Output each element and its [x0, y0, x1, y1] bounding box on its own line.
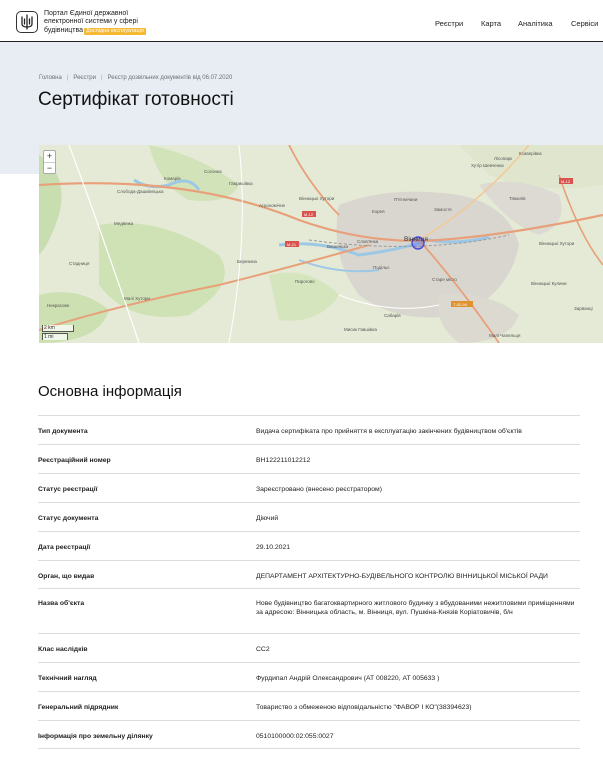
map-zoom-control: + −: [43, 150, 56, 174]
table-row: Дата реєстрації 29.10.2021: [38, 531, 580, 560]
row-label: Назва об'єкта: [38, 600, 85, 607]
nav-analytics[interactable]: Аналітика: [518, 19, 553, 28]
table-row: Генеральний підрядник Товариство з обмеж…: [38, 691, 580, 720]
site-header: Портал Єдиної державної електронної сист…: [0, 0, 603, 42]
row-label: Дата реєстрації: [38, 544, 91, 551]
breadcrumb-home[interactable]: Головна: [39, 75, 62, 81]
row-label: Технічний нагляд: [38, 675, 97, 682]
zoom-out-button[interactable]: −: [44, 162, 55, 173]
map-label: Сабарів: [384, 313, 401, 318]
map-label: Вінниця: [404, 235, 428, 243]
scale-mi: 1 mi: [42, 333, 68, 340]
map-label: Вишенька: [327, 244, 349, 249]
map-label: Тяжилів: [509, 196, 526, 201]
table-row: Орган, що видав ДЕПАРТАМЕНТ АРХІТЕКТУРНО…: [38, 560, 580, 588]
table-row: Назва об'єкта Нове будівництво багатоква…: [38, 588, 580, 633]
breadcrumb-registries[interactable]: Реєстри: [73, 75, 96, 81]
map-label: Зарванці: [574, 306, 593, 311]
map-label: Корея: [372, 209, 385, 214]
row-label: Орган, що видав: [38, 573, 95, 580]
road-label: М-21: [287, 242, 297, 247]
row-label: Тип документа: [38, 428, 88, 435]
map-label: Гавришівка: [229, 181, 253, 186]
map-label: Слобода-Дашківецька: [117, 189, 164, 194]
row-value: 29.10.2021: [256, 544, 291, 551]
table-row: Інформація про земельну ділянку 05101000…: [38, 720, 580, 749]
table-row: Клас наслідків СС2: [38, 633, 580, 662]
brand-line-3: будівництва: [44, 26, 84, 34]
map-label: Малі Хутори: [124, 296, 150, 301]
map-label: Мисик Гавшівка: [344, 327, 377, 332]
map-label: Сосонка: [204, 169, 222, 174]
map-label: Агрономічне: [259, 203, 286, 208]
row-label: Клас наслідків: [38, 646, 88, 653]
row-value: ДЕПАРТАМЕНТ АРХІТЕКТУРНО-БУДІВЕЛЬНОГО КО…: [256, 573, 548, 580]
beta-badge: Дослідна експлуатація: [84, 27, 146, 35]
map-label: П'ятничани: [394, 197, 418, 202]
breadcrumb-separator: |: [66, 75, 69, 81]
row-value: ВН122211012212: [256, 457, 311, 464]
zoom-in-button[interactable]: +: [44, 151, 55, 162]
row-label: Інформація про земельну ділянку: [38, 733, 153, 740]
table-row: Статус реєстрації Зареєстровано (внесено…: [38, 473, 580, 502]
map-scale: 2 km 1 mi: [42, 325, 74, 341]
breadcrumb-current: Реєстр дозвільних документів від 06.07.2…: [107, 75, 233, 81]
nav-services[interactable]: Сервіси: [571, 19, 598, 28]
page-title: Сертифікат готовності: [38, 89, 234, 110]
row-value: Фурдипал Андрій Олександрович (АТ 008220…: [256, 675, 440, 682]
row-value: Нове будівництво багатоквартирного житло…: [256, 600, 575, 616]
map-label: Березина: [237, 259, 257, 264]
map-label: Стадниця: [69, 261, 90, 266]
map-label: Вінницькі Хутори: [539, 241, 575, 246]
map-label: Подільє: [373, 265, 390, 270]
road-label: Т-02-94: [453, 302, 468, 307]
table-row: Технічний нагляд Фурдипал Андрій Олексан…: [38, 662, 580, 691]
row-label: Статус документа: [38, 515, 99, 522]
table-row: Тип документа Видача сертифіката про при…: [38, 415, 580, 444]
breadcrumb-separator: |: [100, 75, 103, 81]
map-label: Старе місто: [432, 277, 457, 282]
map-label: Пирогово: [295, 279, 315, 284]
map-label: Замостя: [434, 207, 452, 212]
brand-line-2: електронної системи у сфері: [44, 18, 138, 26]
portal-brand[interactable]: Портал Єдиної державної електронної сист…: [44, 10, 174, 35]
road-label: М-12: [304, 212, 314, 217]
nav-map[interactable]: Карта: [481, 19, 501, 28]
map-label: Комарів: [164, 176, 181, 181]
location-map[interactable]: Комарів Сосонка Слобода-Дашківецька Медв…: [39, 145, 603, 343]
section-title: Основна інформація: [38, 383, 182, 400]
map-canvas: Комарів Сосонка Слобода-Дашківецька Медв…: [39, 145, 603, 343]
map-label: Ксаверівка: [519, 151, 542, 156]
row-value: Товариство з обмеженою відповідальністю …: [256, 704, 472, 711]
row-label: Генеральний підрядник: [38, 704, 119, 711]
map-label: Слов'янка: [357, 239, 379, 244]
row-value: Зареєстровано (внесено реєстратором): [256, 486, 382, 493]
trident-icon[interactable]: [16, 11, 38, 33]
map-label: Вінницькі Хутори: [299, 196, 335, 201]
row-value: СС2: [256, 646, 270, 653]
map-label: Медвежа: [114, 221, 134, 226]
road-label: М-12: [561, 179, 571, 184]
row-value: Діючий: [256, 515, 279, 522]
map-label: Лісопарк: [494, 156, 512, 161]
info-table: Тип документа Видача сертифіката про при…: [38, 415, 580, 749]
table-row: Статус документа Діючий: [38, 502, 580, 531]
row-value: Видача сертифіката про прийняття в експл…: [256, 428, 522, 435]
nav-registries[interactable]: Реєстри: [435, 19, 463, 28]
row-label: Реєстраційний номер: [38, 457, 111, 464]
row-value: 0510100000:02:055:0027: [256, 733, 334, 740]
map-label: Некрасове: [47, 303, 70, 308]
row-label: Статус реєстрації: [38, 486, 98, 493]
map-label: Хутір Шевченка: [471, 163, 504, 168]
map-label: Вінницькі Кулини: [531, 281, 567, 286]
scale-km: 2 km: [42, 325, 74, 332]
breadcrumb: Головна | Реєстри | Реєстр дозвільних до…: [39, 75, 232, 81]
table-row: Реєстраційний номер ВН122211012212: [38, 444, 580, 473]
map-label: Малі Чапельця: [489, 333, 521, 338]
